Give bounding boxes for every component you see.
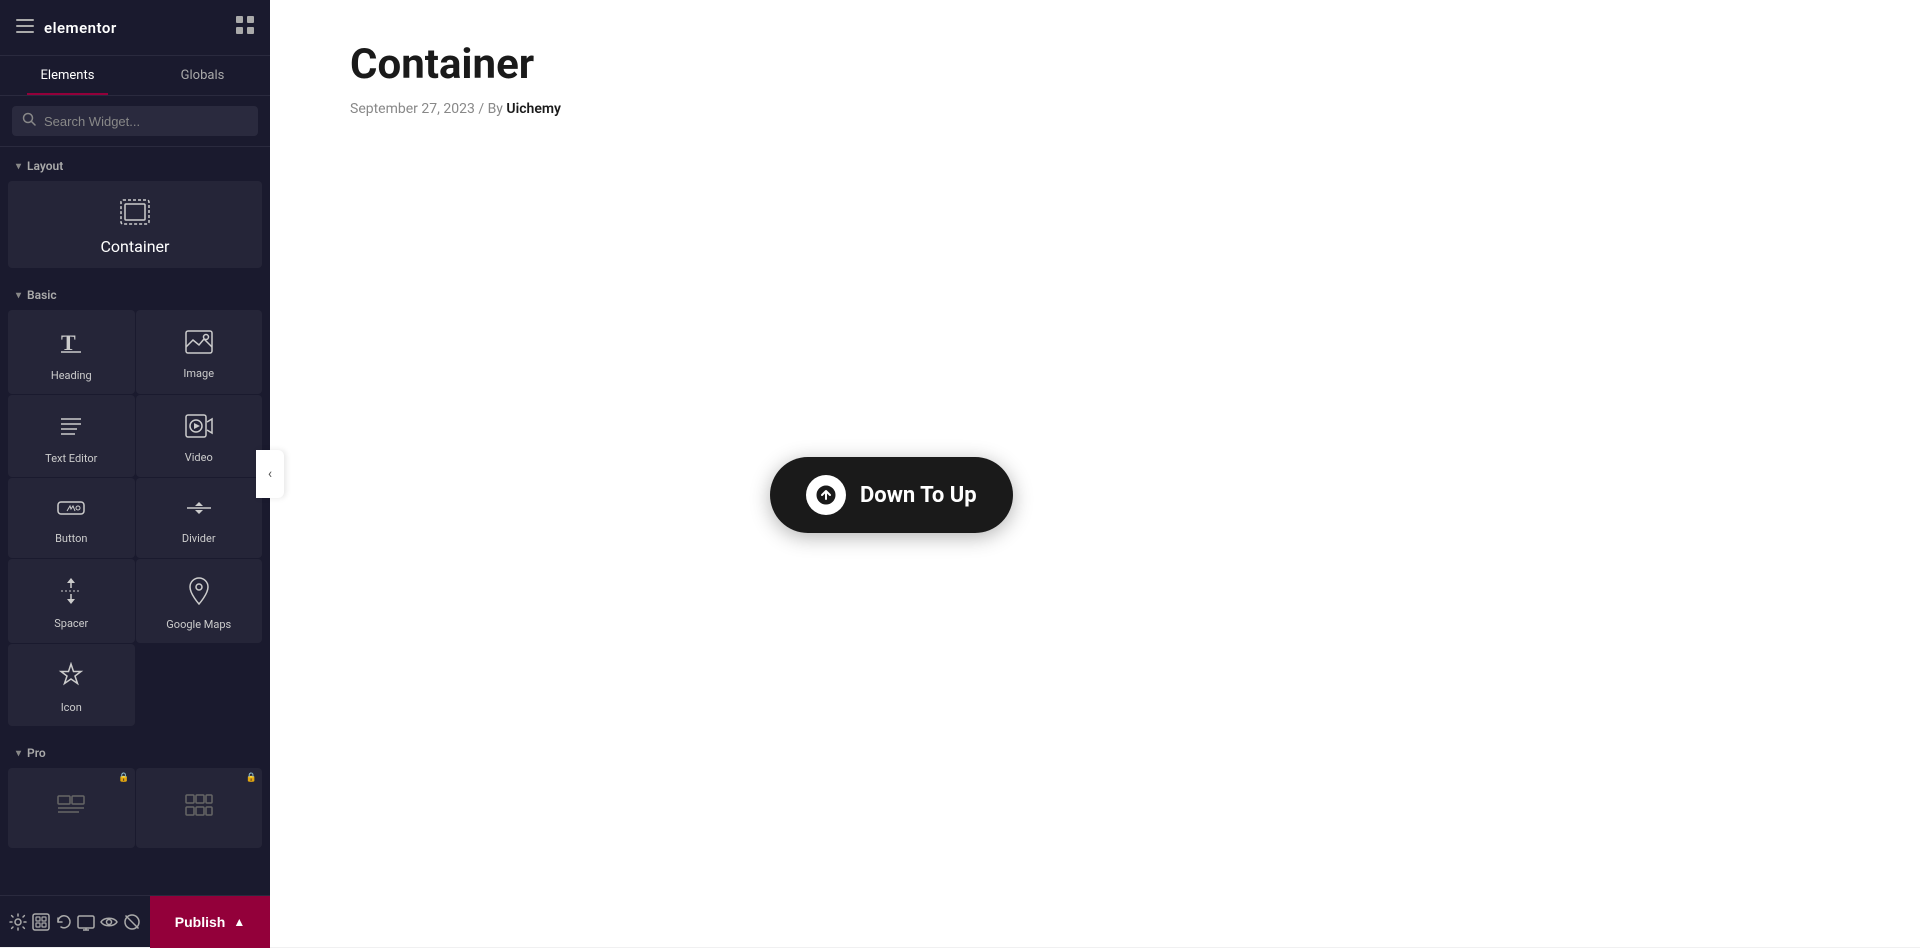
sidebar-bottom-toolbar: Publish ▲ xyxy=(0,895,270,947)
hamburger-icon[interactable] xyxy=(16,17,34,38)
pro-section-title: ▾ Pro xyxy=(0,734,270,768)
widget-google-maps[interactable]: Google Maps xyxy=(136,559,263,643)
button-icon xyxy=(57,497,85,524)
text-editor-icon xyxy=(57,413,85,444)
basic-arrow-icon: ▾ xyxy=(16,290,21,301)
page-meta: September 27, 2023 / By Uichemy xyxy=(350,101,1840,117)
history-button[interactable] xyxy=(53,896,74,948)
video-icon xyxy=(185,414,213,443)
divider-icon xyxy=(185,497,213,524)
author-link[interactable]: Uichemy xyxy=(506,101,561,117)
publish-button[interactable]: Publish ▲ xyxy=(150,896,270,948)
heading-icon: T xyxy=(57,328,85,361)
search-area xyxy=(0,96,270,147)
meta-by: By xyxy=(488,101,503,117)
layout-section-title: ▾ Layout xyxy=(0,147,270,181)
main-canvas: Container September 27, 2023 / By Uichem… xyxy=(270,0,1920,947)
widget-icon[interactable]: Icon xyxy=(8,644,135,726)
meta-separator: / xyxy=(478,101,484,117)
search-input[interactable] xyxy=(44,114,248,129)
canvas-content: Container September 27, 2023 / By Uichem… xyxy=(270,0,1920,947)
widgets-area: ▾ Layout Container ▾ Basic xyxy=(0,147,270,947)
lock-icon-2: 🔒 xyxy=(246,773,257,783)
button-label: Button xyxy=(55,532,87,545)
publish-chevron-icon: ▲ xyxy=(233,915,245,929)
widget-spacer[interactable]: Spacer xyxy=(8,559,135,643)
video-label: Video xyxy=(185,451,213,464)
sidebar-header-left: elementor xyxy=(16,17,117,38)
sidebar-tabs: Elements Globals xyxy=(0,56,270,96)
sidebar: elementor Elements Globals xyxy=(0,0,270,947)
text-editor-label: Text Editor xyxy=(45,452,97,465)
grid-icon[interactable] xyxy=(236,16,254,39)
widget-image[interactable]: Image xyxy=(136,310,263,394)
page-title: Container xyxy=(350,40,1840,89)
image-icon xyxy=(185,330,213,359)
app-logo: elementor xyxy=(44,19,117,37)
divider-label: Divider xyxy=(182,532,216,545)
lock-icon-1: 🔒 xyxy=(118,773,129,783)
widget-pro-1[interactable]: 🔒 xyxy=(8,768,135,848)
preview-button[interactable] xyxy=(99,896,120,948)
widget-container[interactable]: Container xyxy=(8,181,262,268)
page-date: September 27, 2023 xyxy=(350,101,475,117)
basic-section-title: ▾ Basic xyxy=(0,276,270,310)
basic-widgets-grid: T Heading Image xyxy=(0,310,270,734)
settings-button[interactable] xyxy=(8,896,29,948)
tab-elements[interactable]: Elements xyxy=(0,56,135,95)
icon-label: Icon xyxy=(61,701,82,714)
layout-arrow-icon: ▾ xyxy=(16,161,21,172)
heading-label: Heading xyxy=(51,369,92,382)
pro-widgets-grid: 🔒 🔒 xyxy=(0,768,270,856)
arrow-circle-icon xyxy=(806,475,846,515)
canvas-float-area: Down To Up xyxy=(350,157,1840,657)
widget-text-editor[interactable]: Text Editor xyxy=(8,395,135,477)
container-icon xyxy=(120,199,150,229)
image-label: Image xyxy=(183,367,214,380)
widget-heading[interactable]: T Heading xyxy=(8,310,135,394)
spacer-icon xyxy=(57,578,85,609)
theme-builder-button[interactable] xyxy=(31,896,52,948)
search-box xyxy=(12,106,258,136)
widget-button[interactable]: Button xyxy=(8,478,135,558)
search-icon xyxy=(22,112,36,130)
spacer-label: Spacer xyxy=(54,617,88,630)
google-maps-label: Google Maps xyxy=(166,618,231,631)
widget-pro-2[interactable]: 🔒 xyxy=(136,768,263,848)
google-maps-icon xyxy=(188,577,210,610)
container-label: Container xyxy=(101,237,170,256)
cta-label: Down To Up xyxy=(860,483,977,508)
pro-list-icon xyxy=(57,794,85,821)
eye-button[interactable] xyxy=(121,896,142,948)
collapse-arrow-icon: ‹ xyxy=(268,466,272,482)
responsive-button[interactable] xyxy=(76,896,97,948)
widget-divider[interactable]: Divider xyxy=(136,478,263,558)
down-to-up-button[interactable]: Down To Up xyxy=(770,457,1013,533)
pro-arrow-icon: ▾ xyxy=(16,748,21,759)
sidebar-header: elementor xyxy=(0,0,270,56)
pro-grid-icon xyxy=(185,794,213,821)
icon-widget-icon xyxy=(58,662,84,693)
tab-globals[interactable]: Globals xyxy=(135,56,270,95)
layout-widgets: Container xyxy=(0,181,270,276)
widget-video[interactable]: Video xyxy=(136,395,263,477)
bottom-icons xyxy=(0,896,150,948)
sidebar-collapse-handle[interactable]: ‹ xyxy=(256,450,284,498)
